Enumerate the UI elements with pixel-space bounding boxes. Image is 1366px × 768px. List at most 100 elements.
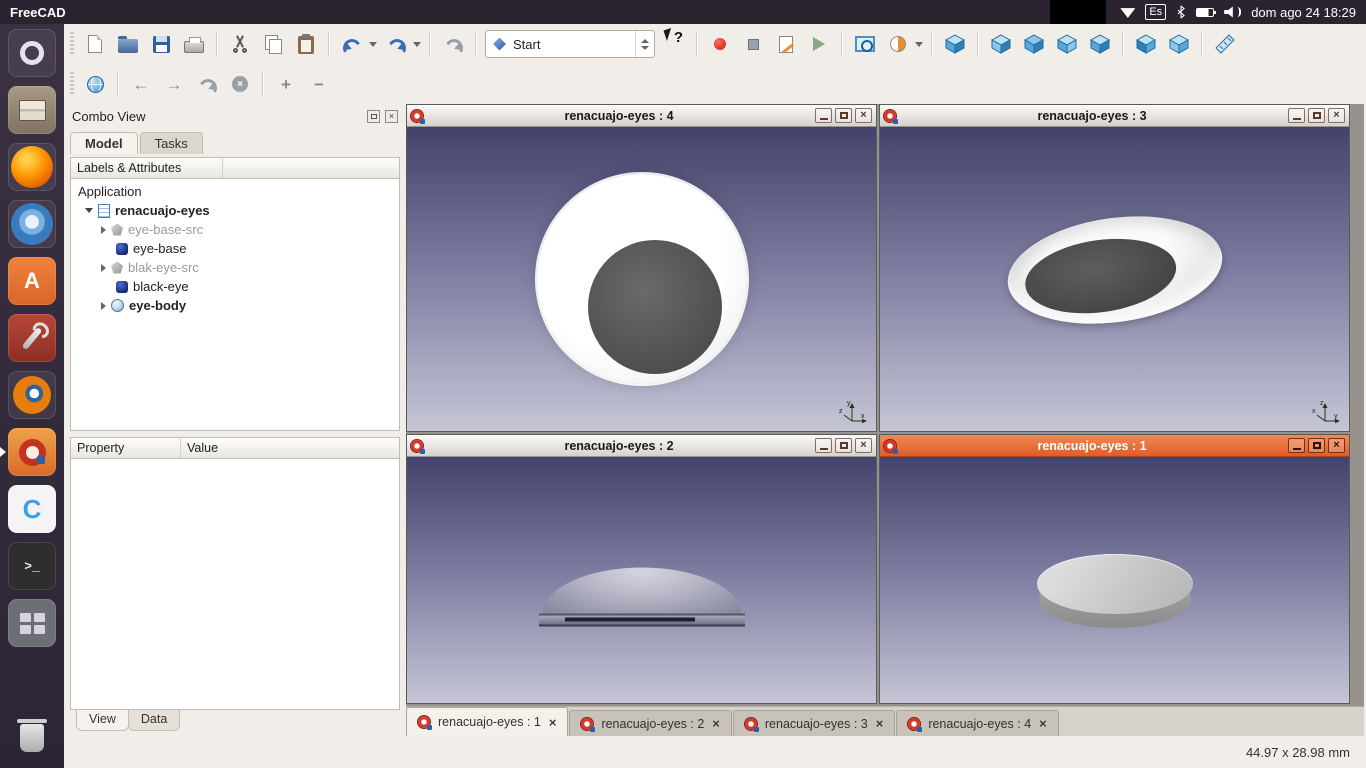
view-front-button[interactable] <box>987 29 1015 59</box>
keyboard-layout-indicator[interactable]: Es <box>1145 4 1166 20</box>
mdi-window-3[interactable]: renacuajo-eyes : 3 × <box>879 104 1350 432</box>
window-tab-4[interactable]: renacuajo-eyes : 4 × <box>896 710 1058 736</box>
viewport-3d[interactable]: y x z <box>407 127 876 431</box>
tab-close-icon[interactable]: × <box>712 717 720 730</box>
launcher-item-workspace-switcher[interactable] <box>8 599 56 647</box>
refresh-button[interactable] <box>439 29 467 59</box>
close-button[interactable]: × <box>1328 108 1345 123</box>
bluetooth-icon[interactable] <box>1176 5 1186 19</box>
cut-button[interactable] <box>226 29 254 59</box>
zoom-in-button[interactable]: + <box>272 69 300 99</box>
tab-close-icon[interactable]: × <box>1039 717 1047 730</box>
nav-back-button[interactable]: ← <box>127 69 155 99</box>
mdi-window-1[interactable]: renacuajo-eyes : 1 × <box>879 434 1350 704</box>
undo-dropdown-caret-icon[interactable] <box>369 42 377 47</box>
tree-item-document[interactable]: renacuajo-eyes <box>71 201 399 220</box>
copy-button[interactable] <box>259 29 287 59</box>
window-tab-1[interactable]: renacuajo-eyes : 1 × <box>406 707 568 736</box>
view-bottom-button[interactable] <box>1132 29 1160 59</box>
redo-dropdown-caret-icon[interactable] <box>413 42 421 47</box>
maximize-button[interactable] <box>1308 438 1325 453</box>
launcher-item-chromium[interactable] <box>8 200 56 248</box>
view-right-button[interactable] <box>1053 29 1081 59</box>
web-home-button[interactable] <box>81 69 109 99</box>
launcher-item-dash[interactable] <box>8 29 56 77</box>
launcher-item-terminal[interactable]: >_ <box>8 542 56 590</box>
view-rear-button[interactable] <box>1086 29 1114 59</box>
window-tab-3[interactable]: renacuajo-eyes : 3 × <box>733 710 895 736</box>
macro-play-button[interactable] <box>805 29 833 59</box>
expand-arrow-icon[interactable] <box>101 302 106 310</box>
launcher-item-ubuntu-software[interactable]: A <box>8 257 56 305</box>
network-icon[interactable] <box>1120 6 1135 18</box>
tree-item-eye-body[interactable]: eye-body <box>71 296 399 315</box>
launcher-item-blender[interactable] <box>8 371 56 419</box>
minimize-button[interactable] <box>815 108 832 123</box>
collapse-arrow-icon[interactable] <box>85 208 93 213</box>
property-column-header[interactable]: Property <box>71 438 181 458</box>
close-button[interactable]: × <box>855 438 872 453</box>
macro-stop-button[interactable] <box>739 29 767 59</box>
window-titlebar[interactable]: renacuajo-eyes : 2 × <box>407 435 876 457</box>
tab-close-icon[interactable]: × <box>549 716 557 729</box>
launcher-item-files[interactable] <box>8 86 56 134</box>
paste-button[interactable] <box>292 29 320 59</box>
toolbar-handle[interactable] <box>70 32 74 56</box>
toolbar-handle[interactable] <box>70 72 74 96</box>
view-top-button[interactable] <box>1020 29 1048 59</box>
model-tree[interactable]: Application renacuajo-eyes eye-base-src … <box>70 179 400 431</box>
panel-close-button[interactable]: × <box>385 110 398 123</box>
open-document-button[interactable] <box>114 29 142 59</box>
battery-icon[interactable] <box>1196 8 1214 17</box>
clock[interactable]: dom ago 24 18:29 <box>1251 5 1356 20</box>
measure-button[interactable] <box>1211 29 1239 59</box>
box-zoom-button[interactable] <box>851 29 879 59</box>
window-tab-2[interactable]: renacuajo-eyes : 2 × <box>569 710 731 736</box>
mdi-window-2[interactable]: renacuajo-eyes : 2 × <box>406 434 877 704</box>
viewport-3d[interactable]: z y x <box>880 127 1349 431</box>
print-button[interactable] <box>180 29 208 59</box>
nav-stop-button[interactable]: × <box>226 69 254 99</box>
tab-view[interactable]: View <box>76 710 129 731</box>
panel-float-button[interactable] <box>367 110 380 123</box>
view-left-button[interactable] <box>1165 29 1193 59</box>
launcher-item-firefox[interactable] <box>8 143 56 191</box>
window-titlebar[interactable]: renacuajo-eyes : 3 × <box>880 105 1349 127</box>
tab-tasks[interactable]: Tasks <box>140 132 203 154</box>
draw-style-button[interactable] <box>884 29 912 59</box>
tree-item-eye-base[interactable]: eye-base <box>71 239 399 258</box>
mdi-window-4[interactable]: renacuajo-eyes : 4 × <box>406 104 877 432</box>
workbench-spinner[interactable] <box>635 31 654 57</box>
tree-item-black-eye[interactable]: black-eye <box>71 277 399 296</box>
window-titlebar[interactable]: renacuajo-eyes : 1 × <box>880 435 1349 457</box>
nav-refresh-button[interactable] <box>193 69 221 99</box>
new-document-button[interactable] <box>81 29 109 59</box>
redo-button[interactable] <box>382 29 410 59</box>
expand-arrow-icon[interactable] <box>101 264 106 272</box>
tree-item-eye-base-src[interactable]: eye-base-src <box>71 220 399 239</box>
macro-record-button[interactable] <box>706 29 734 59</box>
tree-item-application[interactable]: Application <box>71 182 399 201</box>
whats-this-button[interactable]: ? <box>660 29 688 59</box>
draw-style-caret-icon[interactable] <box>915 42 923 47</box>
workbench-selector[interactable]: Start <box>485 30 655 58</box>
launcher-item-system-settings[interactable] <box>8 314 56 362</box>
launcher-item-freecad[interactable] <box>8 428 56 476</box>
viewport-3d[interactable] <box>407 457 876 703</box>
property-table-body[interactable] <box>70 459 400 710</box>
maximize-button[interactable] <box>835 438 852 453</box>
expand-arrow-icon[interactable] <box>101 226 106 234</box>
tree-item-blak-eye-src[interactable]: blak-eye-src <box>71 258 399 277</box>
minimize-button[interactable] <box>1288 438 1305 453</box>
zoom-out-button[interactable]: − <box>305 69 333 99</box>
nav-forward-button[interactable]: → <box>160 69 188 99</box>
viewport-3d[interactable] <box>880 457 1349 703</box>
tab-data[interactable]: Data <box>128 710 180 731</box>
macro-edit-button[interactable] <box>772 29 800 59</box>
view-isometric-button[interactable] <box>941 29 969 59</box>
launcher-item-trash[interactable] <box>8 714 56 762</box>
volume-icon[interactable] <box>1224 6 1241 18</box>
undo-button[interactable] <box>338 29 366 59</box>
window-titlebar[interactable]: renacuajo-eyes : 4 × <box>407 105 876 127</box>
minimize-button[interactable] <box>1288 108 1305 123</box>
